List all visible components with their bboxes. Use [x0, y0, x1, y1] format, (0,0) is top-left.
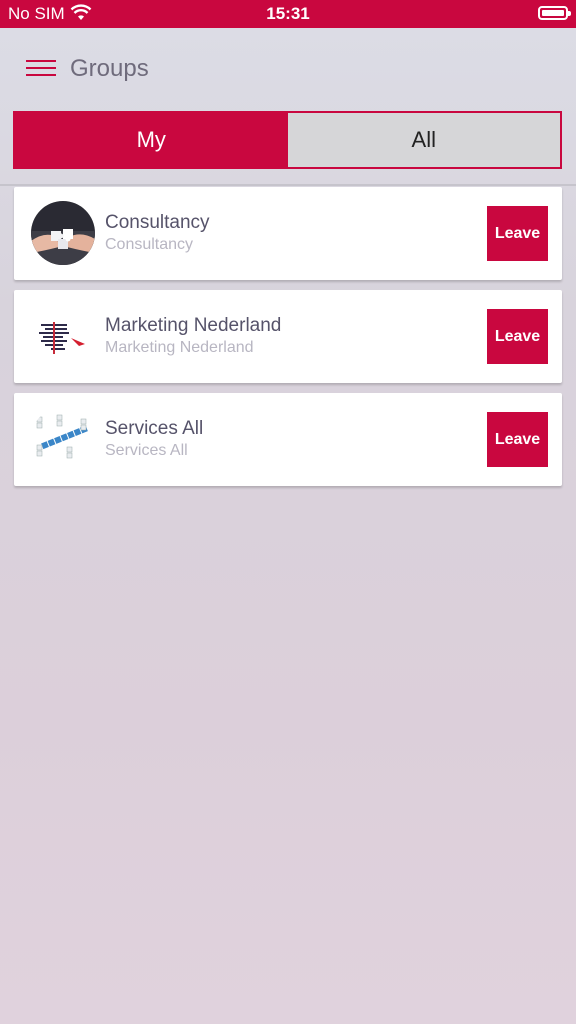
- clock: 15:31: [266, 4, 310, 23]
- leave-button[interactable]: Leave: [487, 309, 548, 364]
- group-avatar-services: [31, 407, 95, 471]
- group-title: Consultancy: [105, 212, 210, 233]
- hamburger-menu-icon[interactable]: [26, 58, 56, 78]
- group-avatar-marketing: [31, 304, 95, 368]
- divider: [0, 184, 576, 186]
- group-filter-tabs: My All: [13, 111, 562, 169]
- battery-icon: [538, 6, 571, 20]
- list-item[interactable]: Consultancy Consultancy Leave: [14, 187, 562, 280]
- tab-all[interactable]: All: [287, 113, 560, 167]
- page-title: Groups: [70, 55, 149, 82]
- list-item[interactable]: Services All Services All Leave: [14, 393, 562, 486]
- app-header: Groups: [0, 28, 576, 108]
- group-avatar-consultancy: [31, 201, 95, 265]
- list-item[interactable]: Marketing Nederland Marketing Nederland …: [14, 290, 562, 383]
- group-subtitle: Services All: [105, 442, 188, 459]
- group-subtitle: Consultancy: [105, 236, 194, 253]
- group-subtitle: Marketing Nederland: [105, 339, 254, 356]
- leave-button[interactable]: Leave: [487, 206, 548, 261]
- tab-my[interactable]: My: [15, 113, 288, 167]
- status-bar: No SIM 15:31: [0, 0, 576, 28]
- leave-button[interactable]: Leave: [487, 412, 548, 467]
- group-title: Services All: [105, 418, 204, 439]
- group-title: Marketing Nederland: [105, 315, 282, 336]
